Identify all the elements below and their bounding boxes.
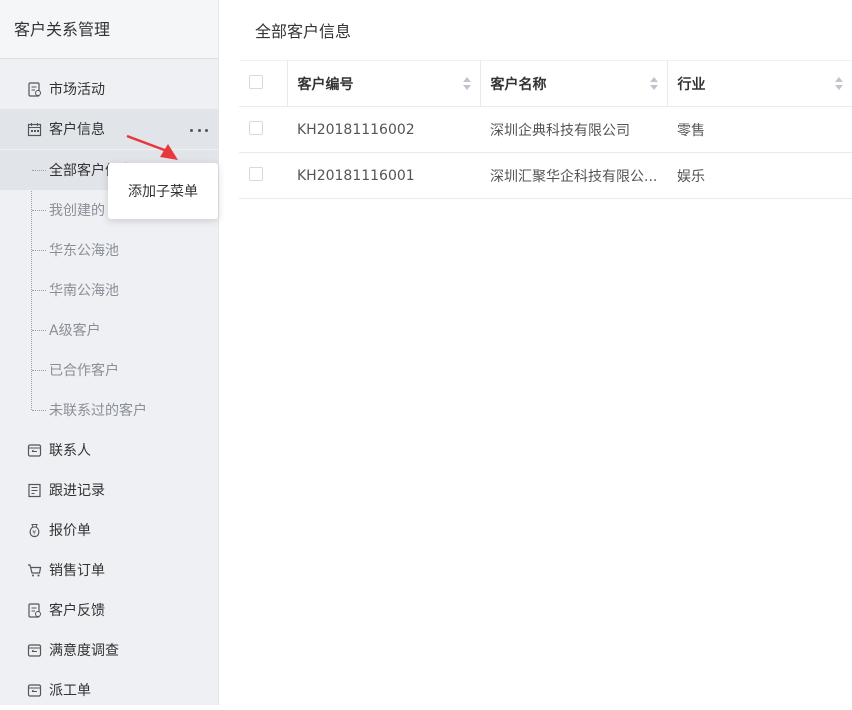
sidebar-item-feedback[interactable]: 客户反馈 xyxy=(0,590,219,630)
record-icon xyxy=(26,482,42,498)
row-select-cell xyxy=(239,152,287,199)
more-options-icon[interactable] xyxy=(190,121,208,139)
sidebar-item-followup[interactable]: 跟进记录 xyxy=(0,470,219,510)
dispatch-icon xyxy=(26,682,42,698)
sort-icon[interactable] xyxy=(649,77,659,91)
sidebar-item-label: 联系人 xyxy=(49,443,91,459)
add-submenu-popup[interactable]: 添加子菜单 xyxy=(108,163,218,219)
sidebar-subitem-south-pool[interactable]: 华南公海池 xyxy=(0,270,219,310)
sidebar-item-dispatch[interactable]: 派工单 xyxy=(0,670,219,710)
main-content: 全部客户信息 客户编号 客户名称 行业 KH20181116002 深圳企典科技… xyxy=(220,0,852,705)
survey-icon xyxy=(26,642,42,658)
cell-id: KH20181116001 xyxy=(287,152,480,199)
cell-name: 深圳企典科技有限公司 xyxy=(480,106,667,153)
sidebar-item-label: 市场活动 xyxy=(49,82,105,98)
document-icon xyxy=(26,81,42,97)
cell-industry: 零售 xyxy=(667,106,852,153)
sidebar-subitem-cooperated[interactable]: 已合作客户 xyxy=(0,350,219,390)
sidebar-item-quotation[interactable]: ¥ 报价单 xyxy=(0,510,219,550)
sidebar-item-label: 跟进记录 xyxy=(49,483,105,499)
select-all-cell xyxy=(239,60,288,107)
sidebar-item-label: 销售订单 xyxy=(49,563,105,579)
customer-table: 客户编号 客户名称 行业 KH20181116002 深圳企典科技有限公司 零售… xyxy=(239,60,852,199)
row-checkbox[interactable] xyxy=(249,166,263,181)
bag-icon: ¥ xyxy=(26,522,42,538)
sort-icon[interactable] xyxy=(462,77,472,91)
column-header-name[interactable]: 客户名称 xyxy=(480,60,668,107)
sidebar-subitem-east-pool[interactable]: 华东公海池 xyxy=(0,230,219,270)
sidebar-item-customer-info[interactable]: 客户信息 xyxy=(0,109,219,149)
sidebar-item-marketing[interactable]: 市场活动 xyxy=(0,69,219,109)
svg-text:¥: ¥ xyxy=(32,529,36,536)
sidebar-item-sales-order[interactable]: 销售订单 xyxy=(0,550,219,590)
sidebar: 客户关系管理 市场活动 客户信息 全部客户信息 我创建的 华东公海池 华南公海池… xyxy=(0,0,219,705)
sidebar-item-label: 客户信息 xyxy=(49,122,105,138)
table-header-row: 客户编号 客户名称 行业 xyxy=(239,60,852,107)
row-select-cell xyxy=(239,106,287,153)
cart-icon xyxy=(26,562,42,578)
sort-icon[interactable] xyxy=(835,77,844,91)
contact-icon xyxy=(26,442,42,458)
table-row[interactable]: KH20181116002 深圳企典科技有限公司 零售 xyxy=(239,106,852,153)
cell-name: 深圳汇聚华企科技有限公... xyxy=(480,152,667,199)
add-submenu-label: 添加子菜单 xyxy=(128,184,198,200)
sidebar-title: 客户关系管理 xyxy=(0,0,218,59)
table-row[interactable]: KH20181116001 深圳汇聚华企科技有限公... 娱乐 xyxy=(239,152,852,199)
sidebar-item-label: 派工单 xyxy=(49,683,91,699)
sidebar-subitem-a-level[interactable]: A级客户 xyxy=(0,310,219,350)
page-title: 全部客户信息 xyxy=(255,22,352,41)
cell-industry: 娱乐 xyxy=(667,152,852,199)
sidebar-item-label: 客户反馈 xyxy=(49,603,105,619)
sidebar-item-contacts[interactable]: 联系人 xyxy=(0,430,219,470)
select-all-checkbox[interactable] xyxy=(249,74,263,89)
sidebar-subitem-uncontacted[interactable]: 未联系过的客户 xyxy=(0,390,219,430)
feedback-icon xyxy=(26,602,42,618)
sidebar-item-label: 报价单 xyxy=(49,523,91,539)
sidebar-item-survey[interactable]: 满意度调查 xyxy=(0,630,219,670)
column-header-industry[interactable]: 行业 xyxy=(667,60,852,107)
row-checkbox[interactable] xyxy=(249,120,263,135)
red-arrow-annotation xyxy=(126,134,178,160)
column-header-id[interactable]: 客户编号 xyxy=(287,60,481,107)
calendar-icon xyxy=(26,121,42,137)
cell-id: KH20181116002 xyxy=(287,106,480,153)
sidebar-item-label: 满意度调查 xyxy=(49,643,119,659)
